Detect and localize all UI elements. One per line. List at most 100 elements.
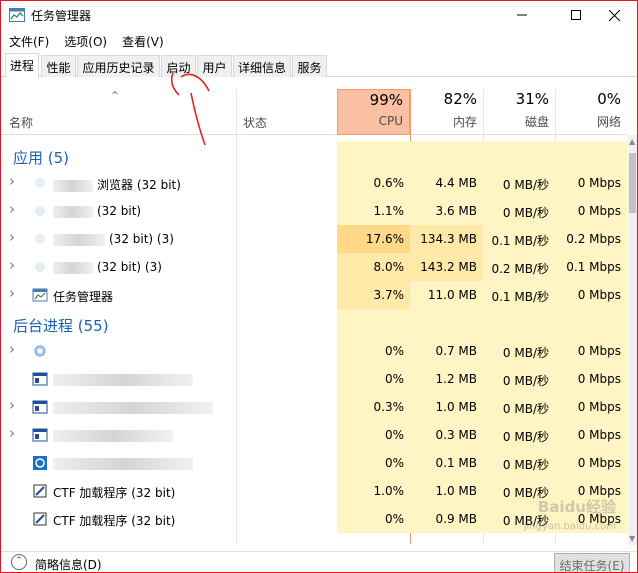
network-total-percent: 0% [597,90,621,108]
disk-label: 磁盘 [524,115,549,129]
close-icon [608,9,620,21]
tab-performance[interactable]: 性能 [41,55,76,77]
menu-options[interactable]: 选项(O) [56,31,114,51]
cell-disk: 0.2 MB/秒 [483,253,555,281]
cell-mem: 3.6 MB [410,197,483,225]
scrollbar-thumb[interactable] [629,153,636,213]
cell-net: 0 Mbps [555,393,627,421]
section-cell [410,141,483,169]
task-manager-window: 任务管理器 文件(F) 选项(O) 查看(V) 进程 性能 应用历史记录 启动 … [0,0,638,573]
cell-disk: 0 MB/秒 [483,449,555,477]
menu-file[interactable]: 文件(F) [1,31,56,51]
cell-disk: 0.1 MB/秒 [483,281,555,309]
cell-cpu: 0% [337,337,410,365]
tab-bar: 进程 性能 应用历史记录 启动 用户 详细信息 服务 [1,53,637,78]
process-row[interactable]: 0.3% 1.0 MB 0 MB/秒 0 Mbps › [1,393,627,421]
process-row[interactable]: 0.6% 4.4 MB 0 MB/秒 0 Mbps › 浏览器 (32 bit) [1,169,627,197]
end-task-button[interactable]: 结束任务(E) [554,553,630,572]
tab-processes[interactable]: 进程 [5,53,39,78]
process-name: (32 bit) (3) [53,232,174,246]
process-name-text: CTF 加载程序 (32 bit) [53,514,176,528]
cell-cpu: 8.0% [337,253,410,281]
fewer-details-link[interactable]: 简略信息(D) [35,556,102,572]
blurred-app-icon [35,178,45,188]
tab-app-history[interactable]: 应用历史记录 [77,55,160,77]
process-row[interactable]: 8.0% 143.2 MB 0.2 MB/秒 0.1 Mbps › (32 bit) (3… [1,253,627,281]
cell-cpu: 0% [337,421,410,449]
memory-label: 内存 [452,115,477,129]
cell-cpu: 0% [337,365,410,393]
window-app-icon [32,372,48,386]
column-status[interactable]: 状态 [243,114,267,131]
section-header: 应用 (5) [1,141,627,169]
sort-up-icon: ⌃ [110,89,121,103]
chevron-right-icon[interactable]: › [9,424,15,442]
gear-icon [34,345,46,357]
minimize-button[interactable] [499,1,545,29]
column-name[interactable]: 名称 [9,114,33,131]
cell-net: 0 Mbps [555,197,627,225]
task-manager-app-icon [9,8,25,22]
chevron-right-icon[interactable]: › [9,284,15,302]
chevron-right-icon[interactable]: › [9,200,15,218]
cell-net: 0 Mbps [555,169,627,197]
process-row[interactable]: 17.6% 134.3 MB 0.1 MB/秒 0.2 Mbps › (32 bit) (… [1,225,627,253]
process-row[interactable]: 0% 0.7 MB 0 MB/秒 0 Mbps › [1,337,627,365]
cell-net: 0 Mbps [555,421,627,449]
cell-mem: 4.4 MB [410,169,483,197]
chevron-right-icon[interactable]: › [9,340,15,358]
process-row[interactable]: 1.1% 3.6 MB 0 MB/秒 0 Mbps › (32 bit) [1,197,627,225]
process-row[interactable]: 0% 1.2 MB 0 MB/秒 0 Mbps [1,365,627,393]
process-row[interactable]: 3.7% 11.0 MB 0.1 MB/秒 0 Mbps › 任务管理器 [1,281,627,309]
tab-startup[interactable]: 启动 [161,55,196,77]
process-row[interactable]: 0% 0.3 MB 0 MB/秒 0 Mbps › [1,421,627,449]
chevron-right-icon[interactable]: › [9,228,15,246]
process-name [53,400,213,414]
scroll-down-icon[interactable]: ▼ [629,534,635,543]
tab-services[interactable]: 服务 [292,55,327,77]
cell-disk: 0 MB/秒 [483,337,555,365]
cell-cpu: 0.3% [337,393,410,421]
cell-cpu: 17.6% [337,225,410,253]
blurred-text [53,401,213,414]
vertical-scrollbar[interactable]: ▲ ▼ [628,135,637,545]
maximize-icon [571,10,581,20]
cell-disk: 0.1 MB/秒 [483,225,555,253]
process-name: 任务管理器 [53,288,113,305]
column-cpu[interactable]: 99% CPU [337,89,410,135]
close-button[interactable] [591,1,637,29]
ctf-loader-icon [33,484,47,498]
memory-total-percent: 82% [443,90,477,108]
process-name-text: 浏览器 (32 bit) [97,178,181,192]
column-network[interactable]: 0% 网络 [555,89,627,135]
cell-mem: 0.1 MB [410,449,483,477]
cell-cpu: 1.0% [337,477,410,505]
scroll-up-icon[interactable]: ▲ [629,137,635,146]
column-disk[interactable]: 31% 磁盘 [483,89,555,135]
section-background-title: 后台进程 (55) [13,317,109,335]
cell-cpu: 1.1% [337,197,410,225]
tab-users[interactable]: 用户 [197,55,232,77]
blurred-text [53,457,193,470]
chevron-right-icon[interactable]: › [9,256,15,274]
cell-cpu: 0.6% [337,169,410,197]
cell-mem: 143.2 MB [410,253,483,281]
cell-mem: 1.2 MB [410,365,483,393]
section-header: 后台进程 (55) [1,309,627,337]
chevron-right-icon[interactable]: › [9,172,15,190]
process-row[interactable]: 0% 0.1 MB 0 MB/秒 0 Mbps [1,449,627,477]
collapse-up-icon[interactable]: ⌃ [11,554,27,570]
process-name: (32 bit) [53,204,141,218]
process-name-text: (32 bit) [97,204,142,218]
process-name-text: 任务管理器 [53,290,114,304]
window-app-icon [32,428,48,442]
chevron-right-icon[interactable]: › [9,396,15,414]
section-cell [410,309,483,337]
column-memory[interactable]: 82% 内存 [410,89,483,135]
blurred-text [53,179,93,192]
menu-view[interactable]: 查看(V) [114,31,171,51]
blurred-app-icon [35,234,45,244]
tab-details[interactable]: 详细信息 [233,55,291,77]
process-name-text: (32 bit) (3) [109,232,174,246]
process-name [53,372,193,386]
